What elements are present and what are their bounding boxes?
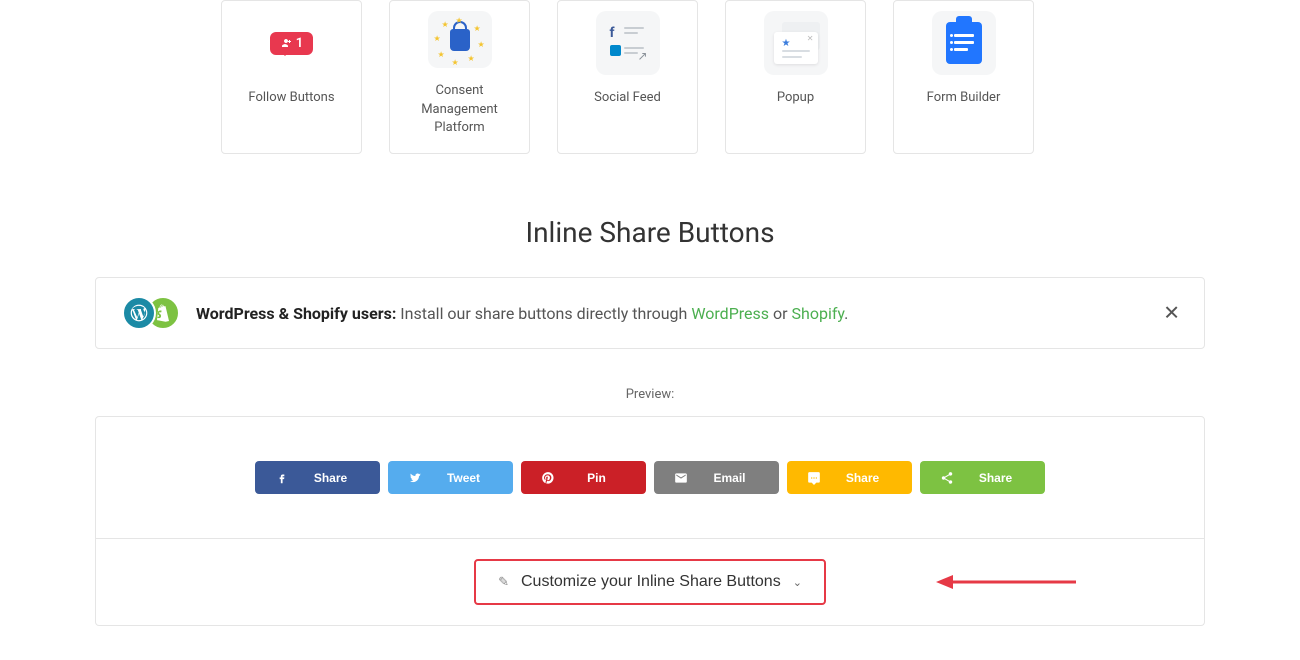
- share-sms-button[interactable]: Share: [787, 461, 912, 494]
- chevron-down-icon: ⌄: [793, 576, 802, 589]
- email-icon: [668, 471, 694, 485]
- close-icon[interactable]: ✕: [1163, 301, 1180, 326]
- card-label: Consent Management Platform: [398, 82, 521, 137]
- customize-button[interactable]: ✎ Customize your Inline Share Buttons ⌄: [474, 559, 826, 605]
- card-label: Popup: [777, 89, 814, 107]
- card-consent[interactable]: ★ ★ ★ ★ ★ ★ ★ ★ Consent Management Platf…: [389, 0, 530, 154]
- sms-icon: [801, 471, 827, 485]
- pinterest-icon: [535, 471, 561, 485]
- pencil-icon: ✎: [498, 574, 509, 590]
- card-label: Follow Buttons: [248, 89, 334, 107]
- customize-bar: ✎ Customize your Inline Share Buttons ⌄: [95, 539, 1205, 626]
- install-banner: WordPress & Shopify users: Install our s…: [95, 277, 1205, 349]
- facebook-icon: [269, 471, 295, 485]
- follow-buttons-icon: 1: [260, 11, 324, 75]
- form-builder-icon: [932, 11, 996, 75]
- consent-icon: ★ ★ ★ ★ ★ ★ ★ ★: [428, 11, 492, 68]
- card-label: Social Feed: [594, 89, 661, 107]
- card-social-feed[interactable]: f ↗ Social Feed: [557, 0, 698, 154]
- twitter-icon: [402, 471, 428, 485]
- popup-icon: ★ ✕: [764, 11, 828, 75]
- share-email-button[interactable]: Email: [654, 461, 779, 494]
- card-popup[interactable]: ★ ✕ Popup: [725, 0, 866, 154]
- share-pinterest-button[interactable]: Pin: [521, 461, 646, 494]
- annotation-arrow: [931, 567, 1081, 597]
- sharethis-icon: [934, 471, 960, 485]
- card-form-builder[interactable]: Form Builder: [893, 0, 1034, 154]
- wordpress-icon: [122, 296, 156, 330]
- social-feed-icon: f ↗: [596, 11, 660, 75]
- banner-text: WordPress & Shopify users: Install our s…: [196, 304, 848, 323]
- preview-label: Preview:: [95, 387, 1205, 402]
- follow-badge-count: 1: [296, 36, 303, 51]
- shopify-link[interactable]: Shopify: [792, 304, 845, 323]
- wordpress-link[interactable]: WordPress: [691, 304, 769, 323]
- preview-box: Share Tweet Pin Email Share Share: [95, 416, 1205, 539]
- section-title: Inline Share Buttons: [95, 216, 1205, 249]
- share-facebook-button[interactable]: Share: [255, 461, 380, 494]
- card-follow-buttons[interactable]: 1 Follow Buttons: [221, 0, 362, 154]
- share-twitter-button[interactable]: Tweet: [388, 461, 513, 494]
- banner-platform-icons: [122, 296, 180, 330]
- card-label: Form Builder: [927, 89, 1001, 107]
- share-sharethis-button[interactable]: Share: [920, 461, 1045, 494]
